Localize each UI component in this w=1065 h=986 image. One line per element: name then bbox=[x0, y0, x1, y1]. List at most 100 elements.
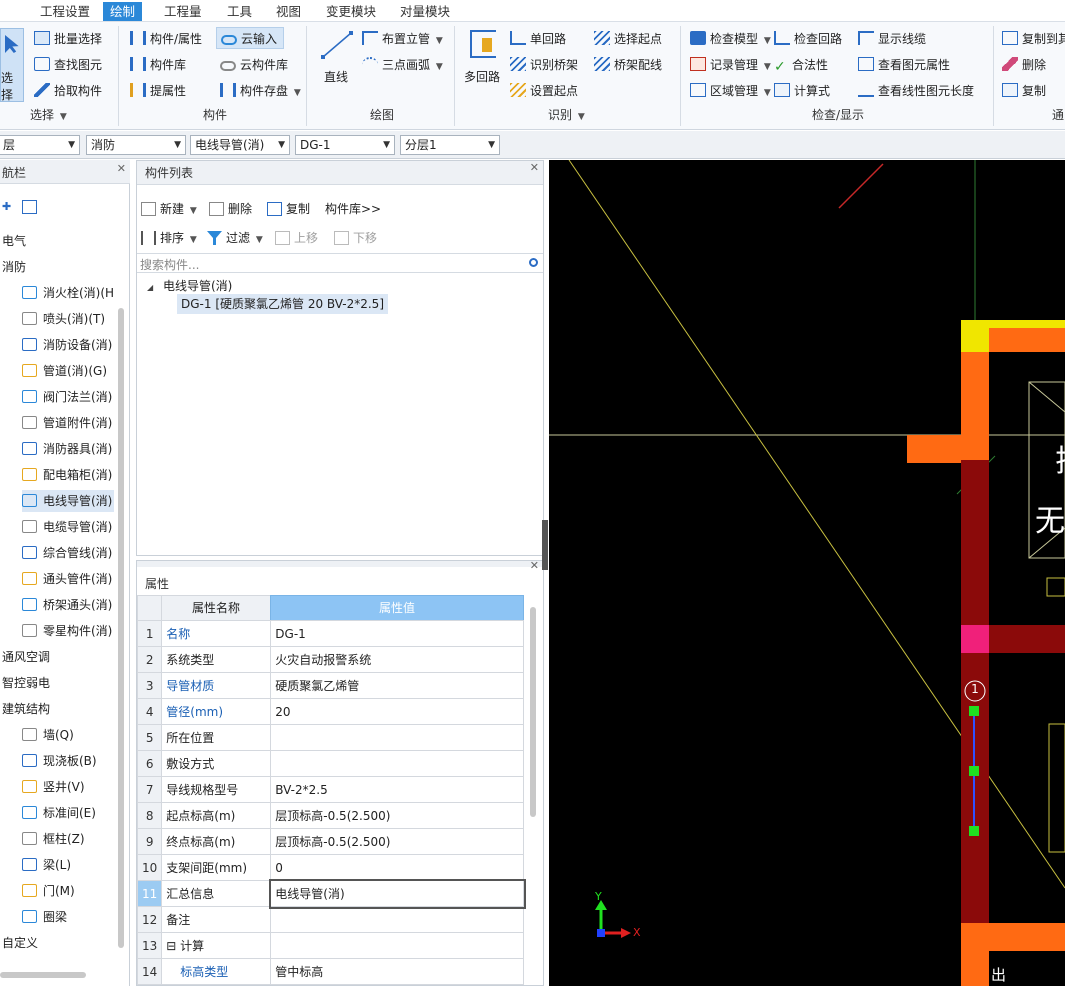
nav-item[interactable]: 建筑结构 bbox=[2, 698, 114, 720]
edit-tool-icon[interactable] bbox=[22, 200, 37, 214]
show-cable-button[interactable]: 显示线缆 bbox=[858, 28, 926, 50]
copy-button[interactable]: 复制 bbox=[1002, 80, 1046, 102]
nav-h-scrollbar[interactable] bbox=[0, 972, 86, 978]
property-value[interactable]: 硬质聚氯乙烯管 bbox=[270, 672, 525, 699]
property-value[interactable]: 层顶标高-0.5(2.500) bbox=[270, 828, 525, 855]
floor-combo[interactable]: 层 ▼ bbox=[0, 135, 80, 155]
nav-item[interactable]: 框柱(Z) bbox=[22, 828, 114, 850]
tree-item-dg1[interactable]: DG-1 [硬质聚氯乙烯管 20 BV-2*2.5] bbox=[177, 294, 388, 314]
component-library-button[interactable]: 构件库 bbox=[130, 54, 186, 76]
cloud-library-button[interactable]: 云构件库 bbox=[220, 54, 288, 76]
nav-item[interactable]: 电线导管(消) bbox=[22, 490, 114, 512]
nav-item[interactable]: 梁(L) bbox=[22, 854, 114, 876]
formula-button[interactable]: 计算式 bbox=[774, 80, 830, 102]
check-model-button[interactable]: 检查模型 ▼ bbox=[690, 28, 771, 50]
search-box[interactable]: 搜索构件... bbox=[137, 253, 543, 273]
three-point-arc-button[interactable]: 三点画弧 ▼ bbox=[362, 54, 443, 76]
tree-root[interactable]: ◢ 电线导管(消) bbox=[147, 276, 232, 296]
nav-scrollbar[interactable] bbox=[118, 308, 124, 948]
nav-item[interactable]: 门(M) bbox=[22, 880, 114, 902]
add-tool-icon[interactable]: ✚ bbox=[2, 200, 18, 214]
delete-button[interactable]: 删除 bbox=[1002, 54, 1046, 76]
select-start-button[interactable]: 选择起点 bbox=[594, 28, 662, 50]
component-name-combo[interactable]: DG-1 ▼ bbox=[295, 135, 395, 155]
nav-item[interactable]: 管道(消)(G) bbox=[22, 360, 114, 382]
extract-property-button[interactable]: 提属性 bbox=[130, 80, 186, 102]
nav-item[interactable]: 消防设备(消) bbox=[22, 334, 114, 356]
select-group-label[interactable]: 选择 ▼ bbox=[30, 106, 67, 124]
identify-group-label[interactable]: 识别 ▼ bbox=[548, 106, 585, 124]
property-value[interactable]: DG-1 bbox=[270, 620, 525, 647]
menu-change-module[interactable]: 变更模块 bbox=[319, 2, 383, 21]
nav-item[interactable]: 现浇板(B) bbox=[22, 750, 114, 772]
nav-item[interactable]: 综合管线(消) bbox=[22, 542, 114, 564]
nav-item[interactable]: 零星构件(消) bbox=[22, 620, 114, 642]
move-down-button[interactable]: 下移 bbox=[334, 227, 377, 249]
property-value[interactable] bbox=[270, 906, 525, 933]
legality-button[interactable]: ✓ 合法性 bbox=[774, 54, 828, 76]
nav-item[interactable]: 喷头(消)(T) bbox=[22, 308, 114, 330]
collapse-triangle-icon[interactable]: ◢ bbox=[147, 283, 153, 292]
property-value[interactable]: 电线导管(消) bbox=[268, 878, 526, 909]
menu-draw[interactable]: 绘制 bbox=[103, 2, 143, 21]
nav-item[interactable]: 电气 bbox=[2, 230, 114, 252]
drawing-canvas[interactable]: 1 Y X 无 拉 出 bbox=[549, 160, 1065, 986]
close-icon[interactable]: ✕ bbox=[530, 161, 539, 174]
menu-reconcile-module[interactable]: 对量模块 bbox=[393, 2, 457, 21]
property-value[interactable]: 0 bbox=[270, 854, 525, 881]
component-property-button[interactable]: 构件/属性 bbox=[130, 28, 202, 50]
filter-button[interactable]: 过滤 ▼ bbox=[207, 227, 263, 249]
multi-loop-button[interactable]: 多回路 bbox=[462, 28, 506, 90]
nav-item[interactable]: 标准间(E) bbox=[22, 802, 114, 824]
view-linear-length-button[interactable]: 查看线性图元长度 bbox=[858, 80, 974, 102]
search-icon[interactable] bbox=[529, 258, 538, 267]
discipline-combo[interactable]: 消防 ▼ bbox=[86, 135, 186, 155]
property-value[interactable]: 层顶标高-0.5(2.500) bbox=[270, 802, 525, 829]
nav-item[interactable]: 桥架通头(消) bbox=[22, 594, 114, 616]
component-save-button[interactable]: 构件存盘 ▼ bbox=[220, 80, 301, 102]
property-value[interactable]: 火灾自动报警系统 bbox=[270, 646, 525, 673]
menu-tools[interactable]: 工具 bbox=[220, 2, 259, 21]
identify-tray-button[interactable]: 识别桥架 bbox=[510, 54, 578, 76]
select-big-button[interactable]: 选择 bbox=[0, 28, 24, 102]
area-manage-button[interactable]: 区域管理 ▼ bbox=[690, 80, 771, 102]
nav-item[interactable]: 配电箱柜(消) bbox=[22, 464, 114, 486]
close-icon[interactable]: ✕ bbox=[530, 559, 539, 572]
nav-item[interactable]: 墙(Q) bbox=[22, 724, 114, 746]
draw-line-button[interactable]: 直线 bbox=[316, 28, 360, 90]
check-loop-button[interactable]: 检查回路 bbox=[774, 28, 842, 50]
property-value[interactable]: 20 bbox=[270, 698, 525, 725]
nav-item[interactable]: 智控弱电 bbox=[2, 672, 114, 694]
new-button[interactable]: 新建 ▼ bbox=[141, 198, 197, 220]
pick-component-button[interactable]: 拾取构件 bbox=[34, 80, 102, 102]
nav-item[interactable]: 自定义 bbox=[2, 932, 114, 954]
property-value[interactable] bbox=[270, 932, 525, 959]
copy-to-button[interactable]: 复制到其 bbox=[1002, 28, 1065, 50]
nav-item[interactable]: 竖井(V) bbox=[22, 776, 114, 798]
single-loop-button[interactable]: 单回路 bbox=[510, 28, 566, 50]
view-element-property-button[interactable]: 查看图元属性 bbox=[858, 54, 950, 76]
property-value[interactable] bbox=[270, 724, 525, 751]
close-icon[interactable]: ✕ bbox=[117, 162, 126, 175]
nav-item[interactable]: 通头管件(消) bbox=[22, 568, 114, 590]
set-start-button[interactable]: 设置起点 bbox=[510, 80, 578, 102]
tray-wiring-button[interactable]: 桥架配线 bbox=[594, 54, 662, 76]
nav-item[interactable]: 消防 bbox=[2, 256, 114, 278]
delete-component-button[interactable]: 删除 bbox=[209, 198, 252, 220]
splitter-handle[interactable] bbox=[542, 520, 548, 570]
nav-item[interactable]: 阀门法兰(消) bbox=[22, 386, 114, 408]
nav-item[interactable]: 管道附件(消) bbox=[22, 412, 114, 434]
component-type-combo[interactable]: 电线导管(消) ▼ bbox=[190, 135, 290, 155]
menu-view[interactable]: 视图 bbox=[269, 2, 308, 21]
nav-item[interactable]: 电缆导管(消) bbox=[22, 516, 114, 538]
record-manage-button[interactable]: 记录管理 ▼ bbox=[690, 54, 771, 76]
menu-quantity[interactable]: 工程量 bbox=[157, 2, 209, 21]
nav-item[interactable]: 消火栓(消)(H bbox=[22, 282, 114, 304]
search-input[interactable]: 搜索构件... bbox=[140, 256, 199, 273]
menu-project-settings[interactable]: 工程设置 bbox=[33, 2, 97, 21]
library-link-button[interactable]: 构件库>> bbox=[325, 198, 381, 220]
layer-combo[interactable]: 分层1 ▼ bbox=[400, 135, 500, 155]
nav-item[interactable]: 通风空调 bbox=[2, 646, 114, 668]
sort-button[interactable]: 排序 ▼ bbox=[141, 227, 197, 249]
cloud-input-button[interactable]: 云输入 bbox=[216, 27, 285, 49]
